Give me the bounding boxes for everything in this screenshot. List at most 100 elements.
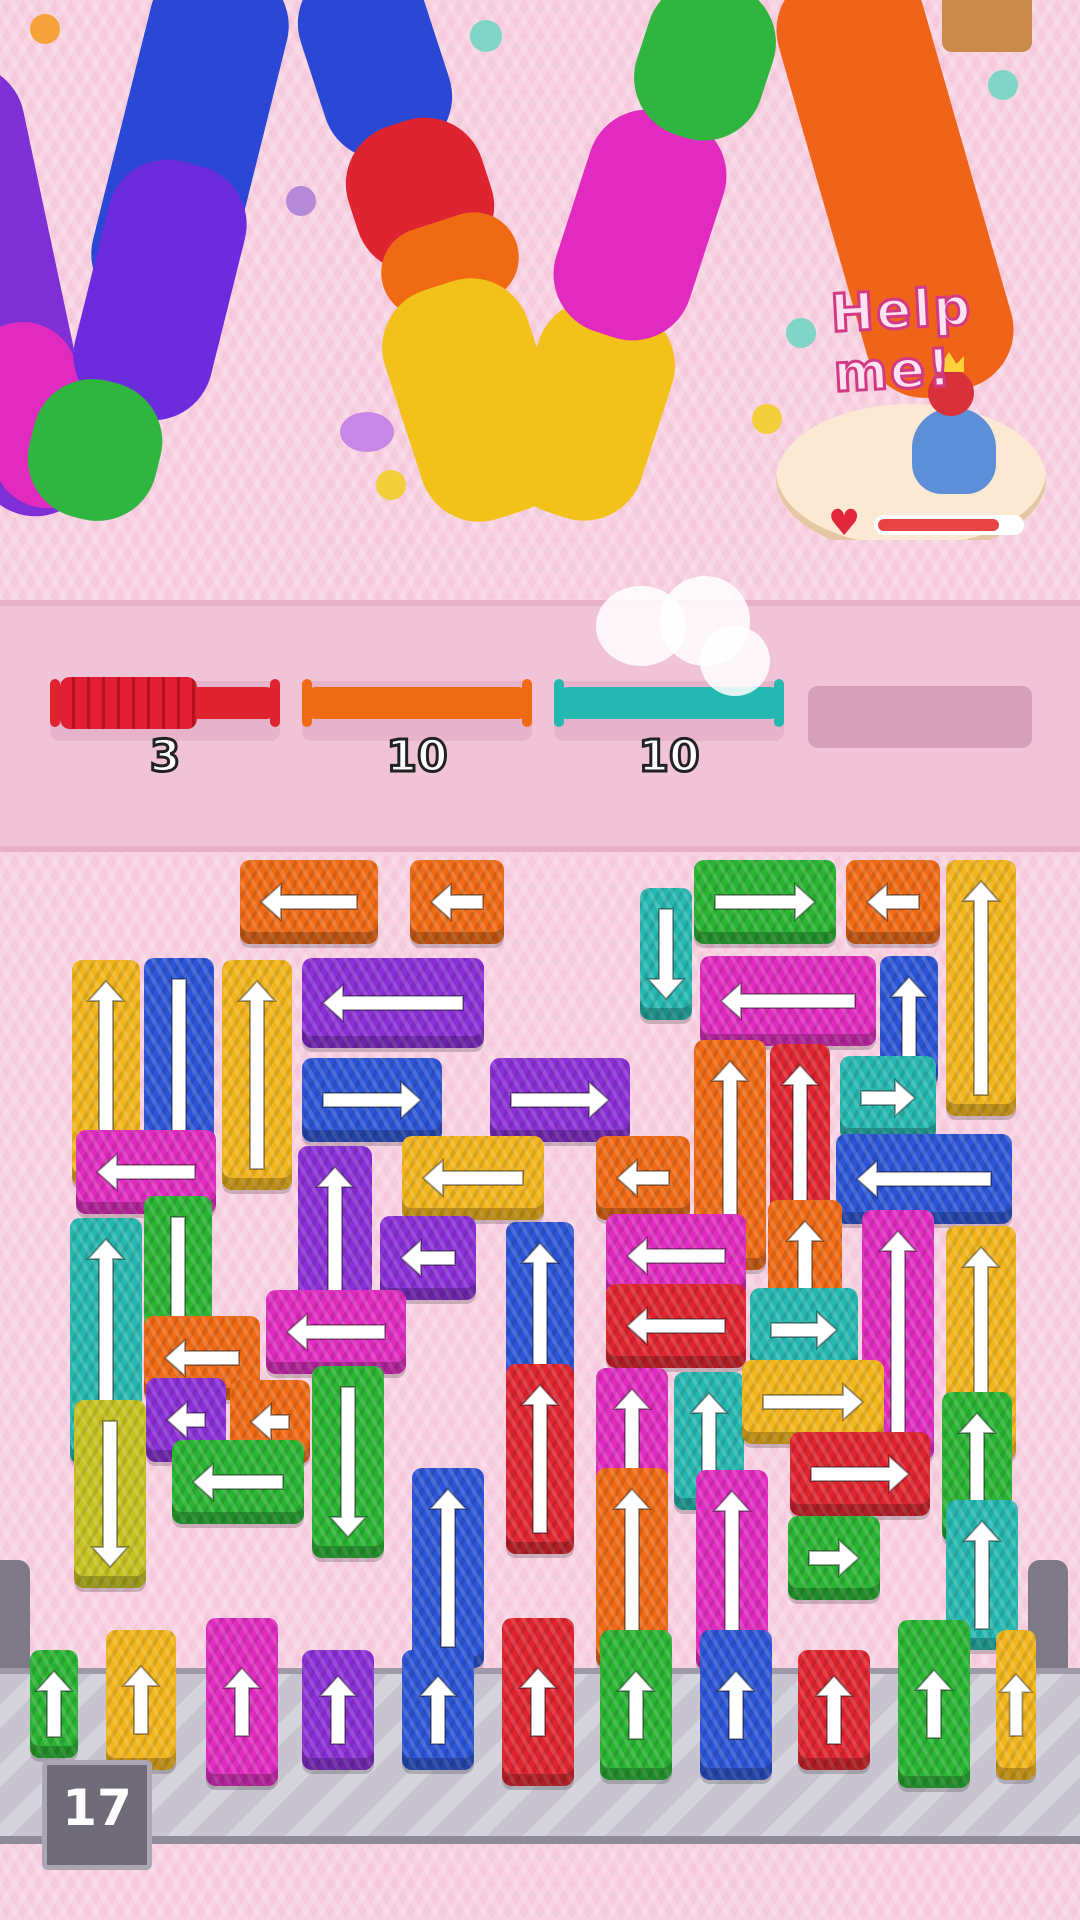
arrow-left-icon: [380, 1216, 476, 1300]
tray-block-green: [30, 1650, 78, 1758]
arrow-down-icon: [74, 1400, 146, 1588]
spool-cap-left: [50, 679, 60, 727]
spool-cap-right: [270, 679, 280, 727]
yarn-block-purple-left[interactable]: [302, 958, 484, 1048]
collector-slot-red: 3: [50, 661, 280, 793]
heart-icon: ♥: [828, 503, 861, 541]
spool-yarn-wraps: [60, 677, 197, 729]
arrow-left-icon: [172, 1440, 304, 1524]
yarn-collector-strip: 3 10 10: [0, 576, 1080, 852]
slot-count: 10: [385, 730, 449, 784]
yarn-block-blue-up[interactable]: [412, 1468, 484, 1668]
spool-cap-right: [774, 679, 784, 727]
arrow-left-icon: [240, 860, 378, 944]
yarn-block-orange-left[interactable]: [846, 860, 940, 944]
yarn-block-yellow-up[interactable]: [946, 860, 1016, 1116]
yarn-block-red-right[interactable]: [790, 1432, 930, 1516]
arrow-left-icon: [700, 956, 876, 1046]
yarn-block-pink-left[interactable]: [266, 1290, 406, 1374]
arrow-down-icon: [640, 888, 692, 1020]
yarn-block-yellow-up[interactable]: [222, 960, 292, 1190]
slot-count: 10: [637, 730, 701, 784]
yarn-block-orange-left[interactable]: [596, 1136, 690, 1220]
arrow-left-icon: [606, 1284, 746, 1368]
tray-block-green: [600, 1630, 672, 1780]
tray-block-blue: [402, 1650, 474, 1770]
remaining-count: 17: [62, 1779, 132, 1837]
smoke-puff: [700, 626, 770, 696]
yarn-block-red-left[interactable]: [606, 1284, 746, 1368]
arrow-up-icon: [996, 1630, 1036, 1780]
collector-slot-empty: [808, 686, 1032, 748]
button-decoration: [376, 470, 406, 500]
arrow-left-icon: [266, 1290, 406, 1374]
spool-cap-right: [522, 679, 532, 727]
arrow-up-icon: [402, 1650, 474, 1770]
tray-block-yellow: [996, 1630, 1036, 1780]
arrow-left-icon: [410, 860, 504, 944]
button-decoration: [470, 20, 502, 52]
button-decoration: [752, 404, 782, 434]
button-decoration: [30, 14, 60, 44]
arrow-right-icon: [790, 1432, 930, 1516]
spool-cap-left: [302, 679, 312, 727]
arrow-up-icon: [30, 1650, 78, 1758]
arrow-down-icon: [312, 1366, 384, 1558]
arrow-right-icon: [490, 1058, 630, 1142]
collector-slot-orange: 10: [302, 661, 532, 793]
tray-block-purple: [302, 1650, 374, 1770]
yarn-block-green-left[interactable]: [172, 1440, 304, 1524]
arrow-up-icon: [946, 860, 1016, 1116]
arrow-up-icon: [222, 960, 292, 1190]
arrow-right-icon: [694, 860, 836, 944]
yarn-block-green-right[interactable]: [788, 1516, 880, 1600]
tray-block-red: [798, 1650, 870, 1770]
yarn-block-red-up[interactable]: [506, 1364, 574, 1554]
princess-body: [912, 408, 996, 494]
tray-block-yellow: [106, 1630, 176, 1770]
arrow-up-icon: [798, 1650, 870, 1770]
yarn-block-purple-left[interactable]: [380, 1216, 476, 1300]
arrow-left-icon: [596, 1136, 690, 1220]
arrow-up-icon: [412, 1468, 484, 1668]
tray-block-green: [898, 1620, 970, 1788]
arrow-up-icon: [898, 1620, 970, 1788]
slot-count: 3: [148, 730, 182, 784]
arrow-left-icon: [846, 860, 940, 944]
arrow-right-icon: [788, 1516, 880, 1600]
health-bar-fill: [878, 519, 999, 531]
yarn-block-green-down[interactable]: [312, 1366, 384, 1558]
yarn-block-blue-right[interactable]: [302, 1058, 442, 1142]
button-decoration: [988, 70, 1018, 100]
remaining-counter: 17: [42, 1760, 152, 1870]
button-decoration: [286, 186, 316, 216]
candy-decoration: [340, 412, 394, 452]
button-decoration: [786, 318, 816, 348]
arrow-right-icon: [840, 1056, 936, 1140]
spool-cap-left: [554, 679, 564, 727]
yarn-block-orange-left[interactable]: [410, 860, 504, 944]
arrow-up-icon: [302, 1650, 374, 1770]
yarn-block-purple-right[interactable]: [490, 1058, 630, 1142]
yarn-block-pink-left[interactable]: [700, 956, 876, 1046]
spool-bar: [306, 687, 528, 719]
arrow-up-icon: [506, 1364, 574, 1554]
arrow-left-icon: [402, 1136, 544, 1220]
yarn-block-olive-down[interactable]: [74, 1400, 146, 1588]
help-speech-text: Help me!: [828, 276, 976, 406]
cookie-decoration: [942, 0, 1032, 52]
yarn-block-green-right[interactable]: [694, 860, 836, 944]
tray-block-blue: [700, 1630, 772, 1780]
tray-block-pink: [206, 1618, 278, 1786]
arrow-right-icon: [302, 1058, 442, 1142]
yarn-block-orange-left[interactable]: [240, 860, 378, 944]
arrow-up-icon: [700, 1630, 772, 1780]
yarn-block-teal-down[interactable]: [640, 888, 692, 1020]
tray-block-red: [502, 1618, 574, 1786]
arrow-up-icon: [502, 1618, 574, 1786]
arrow-up-icon: [206, 1618, 278, 1786]
yarn-block-teal-right[interactable]: [840, 1056, 936, 1140]
battle-arena: Help me! ♥: [0, 0, 1080, 540]
arrow-up-icon: [106, 1630, 176, 1770]
yarn-block-yellow-left[interactable]: [402, 1136, 544, 1220]
